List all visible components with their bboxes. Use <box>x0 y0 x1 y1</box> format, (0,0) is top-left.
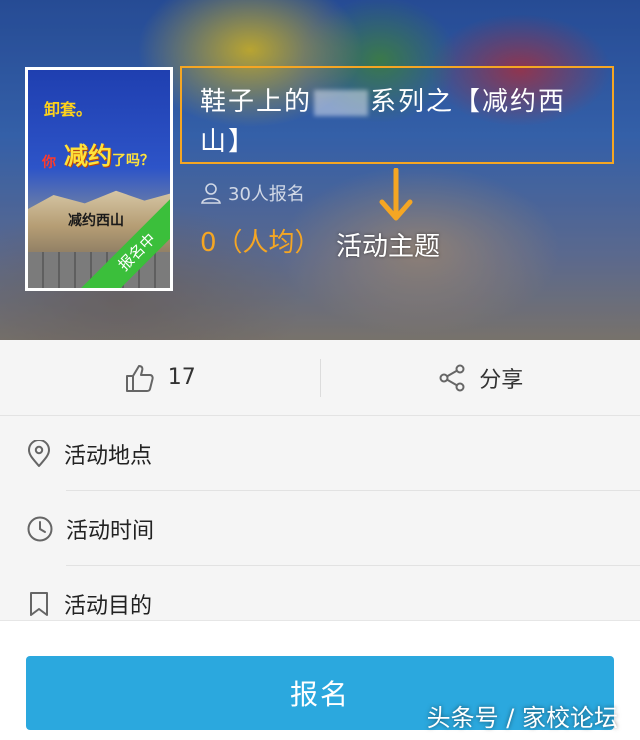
signup-count: 30人报名 <box>200 180 305 206</box>
cover-text: 了吗？ <box>112 153 154 169</box>
like-count: 17 <box>167 365 196 390</box>
redacted-text-mask <box>314 89 369 116</box>
like-button[interactable]: 17 <box>0 340 320 415</box>
cover-text: 减约西山 <box>68 213 124 229</box>
arrow-down-icon <box>379 168 413 221</box>
signup-count-text: 30人报名 <box>228 184 305 205</box>
info-item-label: 活动目的 <box>64 593 153 619</box>
thumbs-up-icon <box>125 364 154 392</box>
cover-text: 减约 <box>64 142 112 170</box>
annotation-label: 活动主题 <box>336 232 441 262</box>
event-title: 鞋子上的 系列之【减约西山】 <box>180 66 614 164</box>
clock-icon <box>27 516 53 541</box>
event-title-part1: 鞋子上的 <box>200 87 313 117</box>
cover-text: 卸套。 <box>44 100 93 119</box>
event-info-list: 活动地点 活动时间 活动目的 <box>0 416 640 641</box>
share-label: 分享 <box>479 367 524 393</box>
cover-text: 你 <box>42 155 56 171</box>
info-item-location[interactable]: 活动地点 <box>0 416 640 491</box>
event-price: 0（人均） <box>200 228 321 258</box>
info-item-label: 活动时间 <box>66 518 155 544</box>
share-button[interactable]: 分享 <box>321 340 640 415</box>
action-bar: 17 分享 <box>0 340 640 416</box>
info-item-label: 活动地点 <box>64 443 153 469</box>
person-icon <box>201 183 221 204</box>
share-icon <box>439 364 465 391</box>
watermark-text: 头条号 / 家校论坛 <box>426 704 618 732</box>
location-pin-icon <box>28 439 50 467</box>
bookmark-icon <box>30 591 48 616</box>
event-cover-image[interactable]: 卸套。 你 减约 了吗？ 减约西山 报名中 <box>25 67 173 291</box>
info-item-time[interactable]: 活动时间 <box>0 491 640 566</box>
